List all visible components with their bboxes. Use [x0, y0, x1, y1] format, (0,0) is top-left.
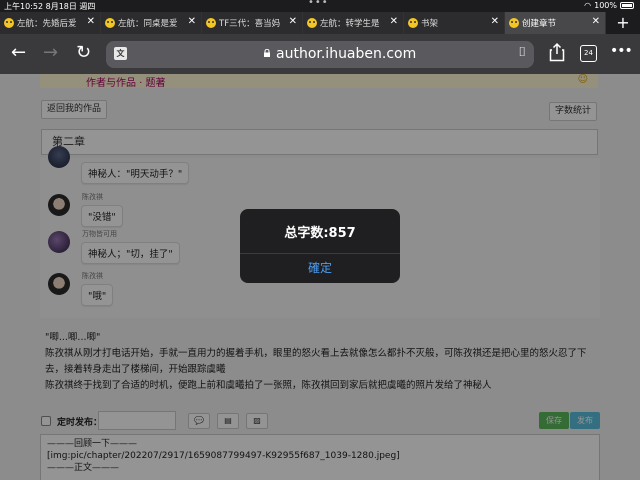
- wifi-icon: ◠: [584, 1, 592, 10]
- close-tab-icon[interactable]: ✕: [87, 16, 95, 27]
- browser-tab[interactable]: 左航：同桌是爱 ✕: [101, 12, 202, 34]
- share-icon[interactable]: [549, 42, 565, 62]
- battery-icon: [620, 2, 634, 9]
- new-tab-button[interactable]: +: [606, 12, 640, 34]
- close-tab-icon[interactable]: ✕: [390, 16, 398, 27]
- favicon-icon: [105, 18, 115, 28]
- favicon-icon: [206, 18, 216, 28]
- lock-icon: [264, 49, 270, 57]
- favicon-icon: [4, 18, 14, 28]
- browser-tab[interactable]: 左航：转学生是 ✕: [303, 12, 404, 34]
- browser-tab[interactable]: 书架 ✕: [404, 12, 505, 34]
- reload-icon[interactable]: ↻: [76, 43, 91, 63]
- browser-tab[interactable]: 左航：先婚后爱 ✕: [0, 12, 101, 34]
- status-bar: 上午10:52 8月18日 週四 ••• ◠ 100%: [0, 0, 640, 12]
- alert-message: 总字数:857: [284, 226, 356, 241]
- word-count-alert: 总字数:857 確定: [240, 209, 400, 283]
- address-bar[interactable]: 文 author.ihuaben.com ⌷: [106, 41, 534, 68]
- close-tab-icon[interactable]: ✕: [592, 16, 600, 27]
- url-text: author.ihuaben.com: [276, 46, 417, 62]
- favicon-icon: [509, 18, 519, 28]
- forward-arrow-icon[interactable]: →: [43, 43, 58, 63]
- favicon-icon: [307, 18, 317, 28]
- close-tab-icon[interactable]: ✕: [188, 16, 196, 27]
- navigation-bar: ← → ↻ 文 author.ihuaben.com ⌷ 24 •••: [0, 34, 640, 74]
- translate-icon[interactable]: 文: [114, 47, 127, 60]
- browser-tab-active[interactable]: 创建章节 ✕: [505, 12, 606, 34]
- close-tab-icon[interactable]: ✕: [491, 16, 499, 27]
- multitask-dots[interactable]: •••: [308, 0, 329, 8]
- confirm-button[interactable]: 確定: [240, 254, 400, 283]
- status-indicators: ◠ 100%: [584, 1, 634, 10]
- status-time: 上午10:52 8月18日 週四: [4, 2, 96, 11]
- battery-percent: 100%: [594, 1, 617, 10]
- close-tab-icon[interactable]: ✕: [289, 16, 297, 27]
- back-arrow-icon[interactable]: ←: [11, 43, 26, 63]
- reader-mode-icon[interactable]: ⌷: [518, 45, 526, 60]
- favicon-icon: [408, 18, 418, 28]
- tab-strip: 左航：先婚后爱 ✕ 左航：同桌是爱 ✕ TF三代：喜当妈 ✕ 左航：转学生是 ✕ 书架 ✕…: [0, 12, 640, 34]
- more-options-icon[interactable]: •••: [610, 43, 633, 59]
- browser-tab[interactable]: TF三代：喜当妈 ✕: [202, 12, 303, 34]
- tab-overview-button[interactable]: 24: [580, 45, 597, 62]
